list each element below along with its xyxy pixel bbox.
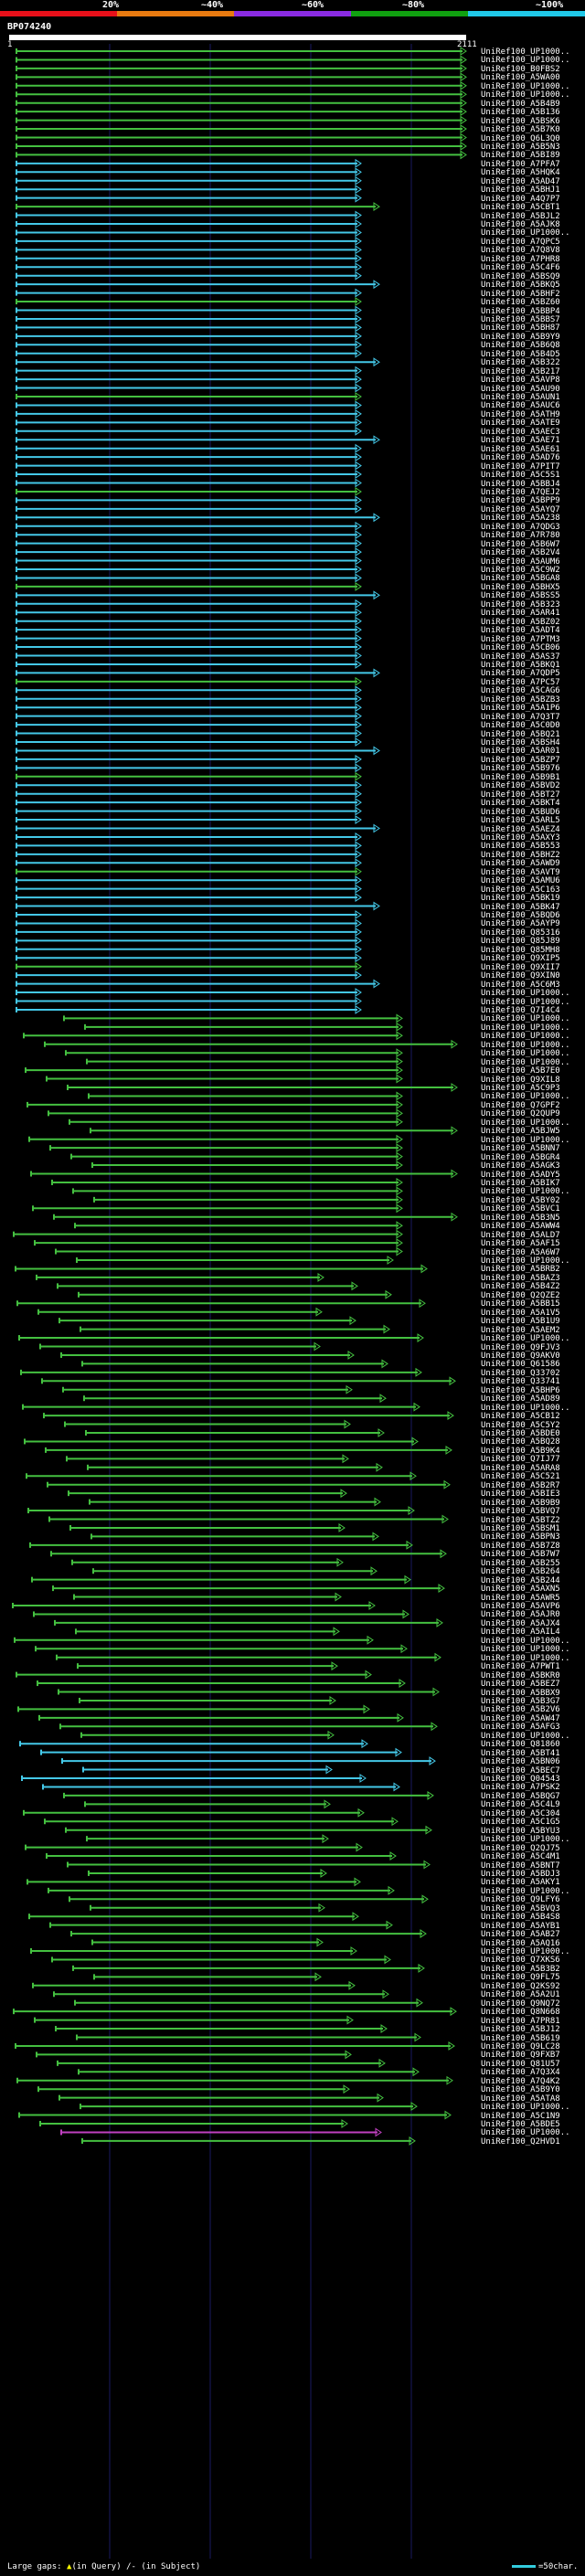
hit-link[interactable]: UniRef100_Q2HVD1 xyxy=(481,2137,560,2147)
legend-gap-subject: /- (in Subject) xyxy=(126,2562,201,2571)
legend-gap-query: (in Query) xyxy=(71,2562,122,2571)
legend-scale: =50char. xyxy=(512,2561,578,2572)
legend-scale-text: =50char. xyxy=(538,2562,579,2571)
scale-swatch xyxy=(512,2565,536,2568)
hit-list: UniRef100_UP1000.. UniRef100_UP1000.. UniR… xyxy=(0,0,585,2576)
legend: Large gaps: ▲(in Query) /- (in Subject) xyxy=(7,2561,200,2572)
legend-gaps-text: Large gaps: xyxy=(7,2562,62,2571)
